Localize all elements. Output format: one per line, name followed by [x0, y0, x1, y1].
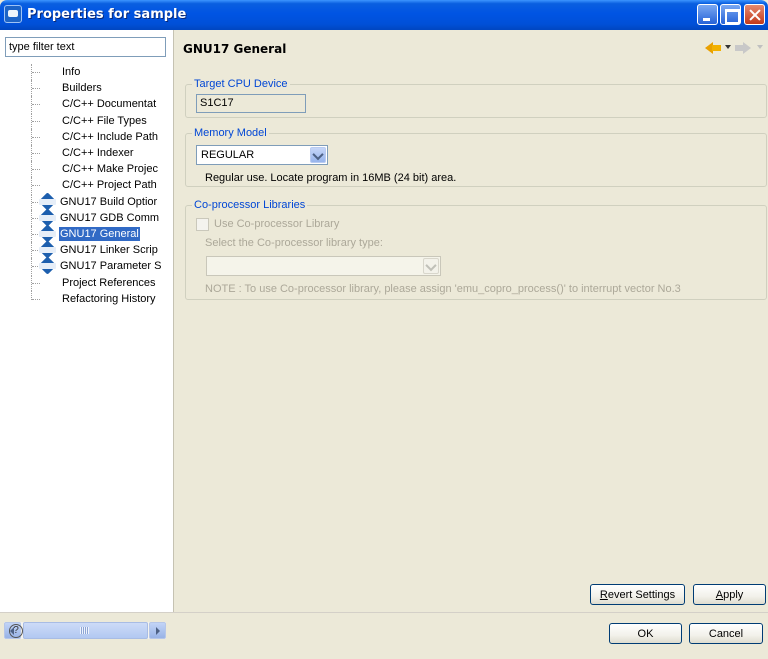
- tree-connector: [32, 299, 40, 300]
- tree-item[interactable]: C/C++ Indexer: [0, 145, 168, 161]
- minimize-button[interactable]: [697, 4, 718, 25]
- tree-item[interactable]: C/C++ Make Projec: [0, 161, 168, 177]
- coprocessor-group-title: Co-processor Libraries: [192, 198, 308, 212]
- tree-connector: [32, 169, 40, 170]
- gnu-icon: [39, 259, 57, 273]
- tree-connector: [32, 153, 40, 154]
- coprocessor-type-select[interactable]: [206, 256, 441, 276]
- tree-item[interactable]: C/C++ File Types: [0, 113, 168, 129]
- ok-button[interactable]: OK: [609, 623, 682, 644]
- tree-connector: [32, 88, 40, 89]
- memory-model-group-title: Memory Model: [192, 126, 269, 140]
- tree-horizontal-scrollbar[interactable]: [4, 622, 166, 639]
- tree-item[interactable]: GNU17 Linker Scrip: [0, 242, 168, 258]
- tree-connector: [32, 185, 40, 186]
- title-bar[interactable]: Properties for sample: [0, 0, 768, 30]
- tree-item[interactable]: GNU17 GDB Comm: [0, 210, 168, 226]
- app-icon: [4, 5, 22, 23]
- settings-panel: GNU17 General Target CPU Device S1C17 Me…: [175, 30, 768, 613]
- memory-model-group: Memory Model REGULAR Regular use. Locate…: [185, 126, 767, 187]
- tree-item-label: Project References: [62, 277, 156, 289]
- tree-item-label: GNU17 GDB Comm: [60, 212, 160, 224]
- tree-item-label: C/C++ Project Path: [62, 179, 157, 191]
- page-title: GNU17 General: [183, 42, 287, 56]
- coprocessor-type-label: Select the Co-processor library type:: [205, 237, 383, 249]
- maximize-button[interactable]: [720, 4, 741, 25]
- scroll-right-button[interactable]: [149, 622, 166, 639]
- use-coprocessor-label: Use Co-processor Library: [214, 218, 340, 230]
- tree-item[interactable]: GNU17 Parameter S: [0, 258, 168, 274]
- forward-arrow-icon[interactable]: [735, 40, 753, 56]
- tree-item-label: C/C++ Indexer: [62, 147, 134, 159]
- gnu-icon: [39, 243, 57, 257]
- gnu-icon: [39, 195, 57, 209]
- tree-item-label: C/C++ Documentat: [62, 98, 157, 110]
- tree-connector: [32, 283, 40, 284]
- filter-input[interactable]: [5, 37, 166, 57]
- back-arrow-icon[interactable]: [705, 40, 723, 56]
- target-cpu-group: Target CPU Device S1C17: [185, 77, 767, 118]
- tree-item-label: Info: [62, 66, 81, 78]
- window-title: Properties for sample: [27, 7, 187, 22]
- tree-item[interactable]: C/C++ Project Path: [0, 177, 168, 193]
- back-dropdown-icon[interactable]: [725, 45, 731, 49]
- close-button[interactable]: [744, 4, 765, 25]
- tree-item-label: GNU17 Build Optior: [60, 196, 158, 208]
- tree-item-label: C/C++ Make Projec: [62, 163, 158, 175]
- category-panel: Info Builders C/C++ Documentat C/C++ File T…: [0, 30, 174, 639]
- tree-item[interactable]: C/C++ Include Path: [0, 129, 168, 145]
- chevron-down-icon[interactable]: [423, 258, 439, 274]
- tree-item-label: C/C++ File Types: [62, 115, 147, 127]
- properties-dialog: Properties for sample Info Builders C/C++ …: [0, 0, 768, 659]
- tree-connector: [32, 121, 40, 122]
- tree-item-label: Builders: [62, 82, 102, 94]
- tree-connector: [32, 137, 40, 138]
- memory-model-selected-value: REGULAR: [201, 149, 255, 161]
- forward-dropdown-icon[interactable]: [757, 45, 763, 49]
- scroll-thumb[interactable]: [23, 622, 148, 639]
- tree-item-label: Refactoring History: [62, 293, 156, 305]
- tree-connector: [32, 104, 40, 105]
- target-cpu-group-title: Target CPU Device: [192, 77, 290, 91]
- tree-item[interactable]: GNU17 General: [0, 226, 168, 242]
- revert-settings-button[interactable]: Revert Settings: [590, 584, 685, 605]
- tree-item[interactable]: GNU17 Build Optior: [0, 194, 168, 210]
- tree-item[interactable]: Builders: [0, 80, 168, 96]
- tree-item[interactable]: Refactoring History: [0, 291, 168, 307]
- help-icon[interactable]: ?: [9, 624, 23, 638]
- tree-item-label: GNU17 General: [59, 227, 140, 241]
- tree-item[interactable]: C/C++ Documentat: [0, 96, 168, 112]
- tree-connector: [32, 72, 40, 73]
- tree-item-label: C/C++ Include Path: [62, 131, 159, 143]
- coprocessor-note: NOTE : To use Co-processor library, plea…: [205, 283, 681, 295]
- apply-button[interactable]: Apply: [693, 584, 766, 605]
- gnu-icon: [39, 227, 57, 241]
- memory-model-select[interactable]: REGULAR: [196, 145, 328, 165]
- chevron-down-icon[interactable]: [310, 147, 326, 163]
- tree-item[interactable]: Info: [0, 64, 168, 80]
- coprocessor-group: Co-processor Libraries Use Co-processor …: [185, 198, 767, 300]
- target-cpu-field: S1C17: [196, 94, 306, 113]
- bottom-separator: [0, 612, 768, 613]
- memory-model-description: Regular use. Locate program in 16MB (24 …: [205, 172, 457, 184]
- tree-item-label: GNU17 Linker Scrip: [60, 244, 158, 256]
- gnu-icon: [39, 211, 57, 225]
- use-coprocessor-checkbox[interactable]: [196, 218, 209, 231]
- tree-item[interactable]: Project References: [0, 275, 168, 291]
- cancel-button[interactable]: Cancel: [689, 623, 763, 644]
- tree-item-label: GNU17 Parameter S: [60, 260, 162, 272]
